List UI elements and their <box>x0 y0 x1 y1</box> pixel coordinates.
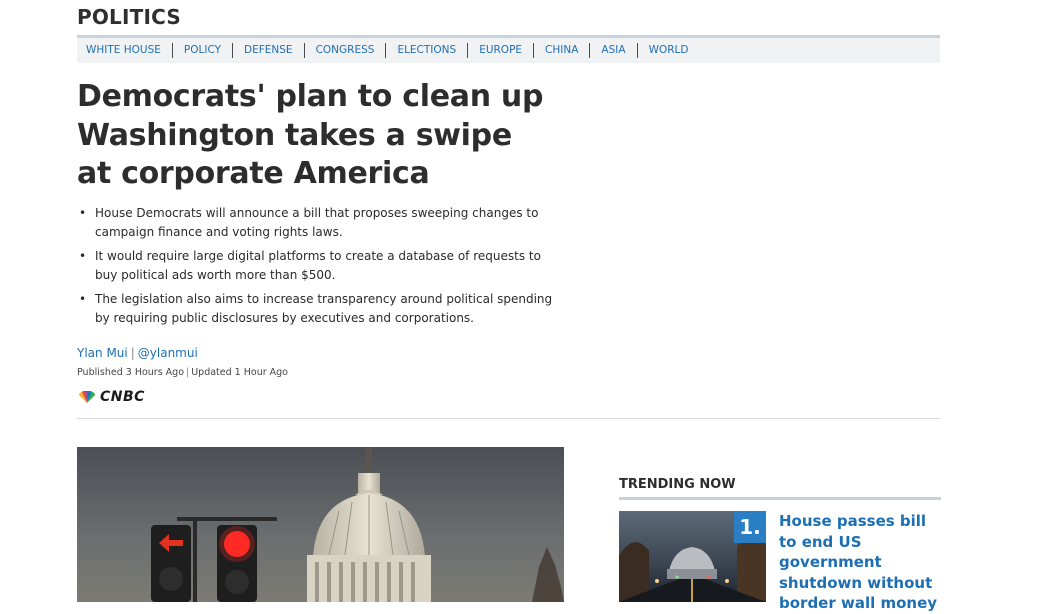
bullet-icon: • <box>79 292 87 306</box>
author-twitter-link[interactable]: @ylanmui <box>138 346 198 360</box>
dates-separator: | <box>186 367 190 378</box>
byline-separator: | <box>130 346 135 360</box>
subnav-asia[interactable]: ASIA <box>589 43 636 58</box>
capitol-photo <box>77 447 564 602</box>
subnav-congress[interactable]: CONGRESS <box>303 43 386 58</box>
section-title[interactable]: POLITICS <box>77 5 181 29</box>
key-point-text: The legislation also aims to increase tr… <box>95 292 553 325</box>
updated-time: Updated 1 Hour Ago <box>191 367 288 378</box>
subnav-europe[interactable]: EUROPE <box>467 43 533 58</box>
bullet-icon: • <box>79 249 87 263</box>
key-point-text: It would require large digital platforms… <box>95 249 541 282</box>
trending-headline-link[interactable]: House passes bill to end US government s… <box>779 511 939 614</box>
publish-dates: Published 3 Hours Ago | Updated 1 Hour Ago <box>77 367 288 378</box>
key-point-text: House Democrats will announce a bill tha… <box>95 206 539 239</box>
subnav-policy[interactable]: POLICY <box>171 43 232 58</box>
bullet-icon: • <box>79 206 87 220</box>
trending-rule <box>619 497 941 500</box>
author-link[interactable]: Ylan Mui <box>77 346 128 360</box>
key-point: • The legislation also aims to increase t… <box>77 290 557 327</box>
subnav-elections[interactable]: ELECTIONS <box>385 43 467 58</box>
politics-subnav: WHITE HOUSE POLICY DEFENSE CONGRESS ELEC… <box>77 35 940 63</box>
trending-now-title: TRENDING NOW <box>619 477 736 492</box>
cnbc-wordmark: CNBC <box>100 389 145 405</box>
subnav-white-house[interactable]: WHITE HOUSE <box>86 43 172 58</box>
nbc-peacock-icon <box>79 390 95 403</box>
key-point: • House Democrats will announce a bill th… <box>77 204 557 241</box>
trending-rank-badge: 1. <box>734 511 766 543</box>
subnav-world[interactable]: WORLD <box>636 43 700 58</box>
subnav-defense[interactable]: DEFENSE <box>232 43 304 58</box>
key-points-list: • House Democrats will announce a bill th… <box>77 204 557 333</box>
published-time: Published 3 Hours Ago <box>77 367 185 378</box>
article-hero-image <box>77 447 564 602</box>
key-point: • It would require large digital platform… <box>77 247 557 284</box>
byline: Ylan Mui | @ylanmui <box>77 346 198 360</box>
article-divider <box>77 418 941 419</box>
source-logo: CNBC <box>77 389 145 405</box>
article-headline: Democrats' plan to clean up Washington t… <box>77 79 544 191</box>
subnav-china[interactable]: CHINA <box>533 43 589 58</box>
